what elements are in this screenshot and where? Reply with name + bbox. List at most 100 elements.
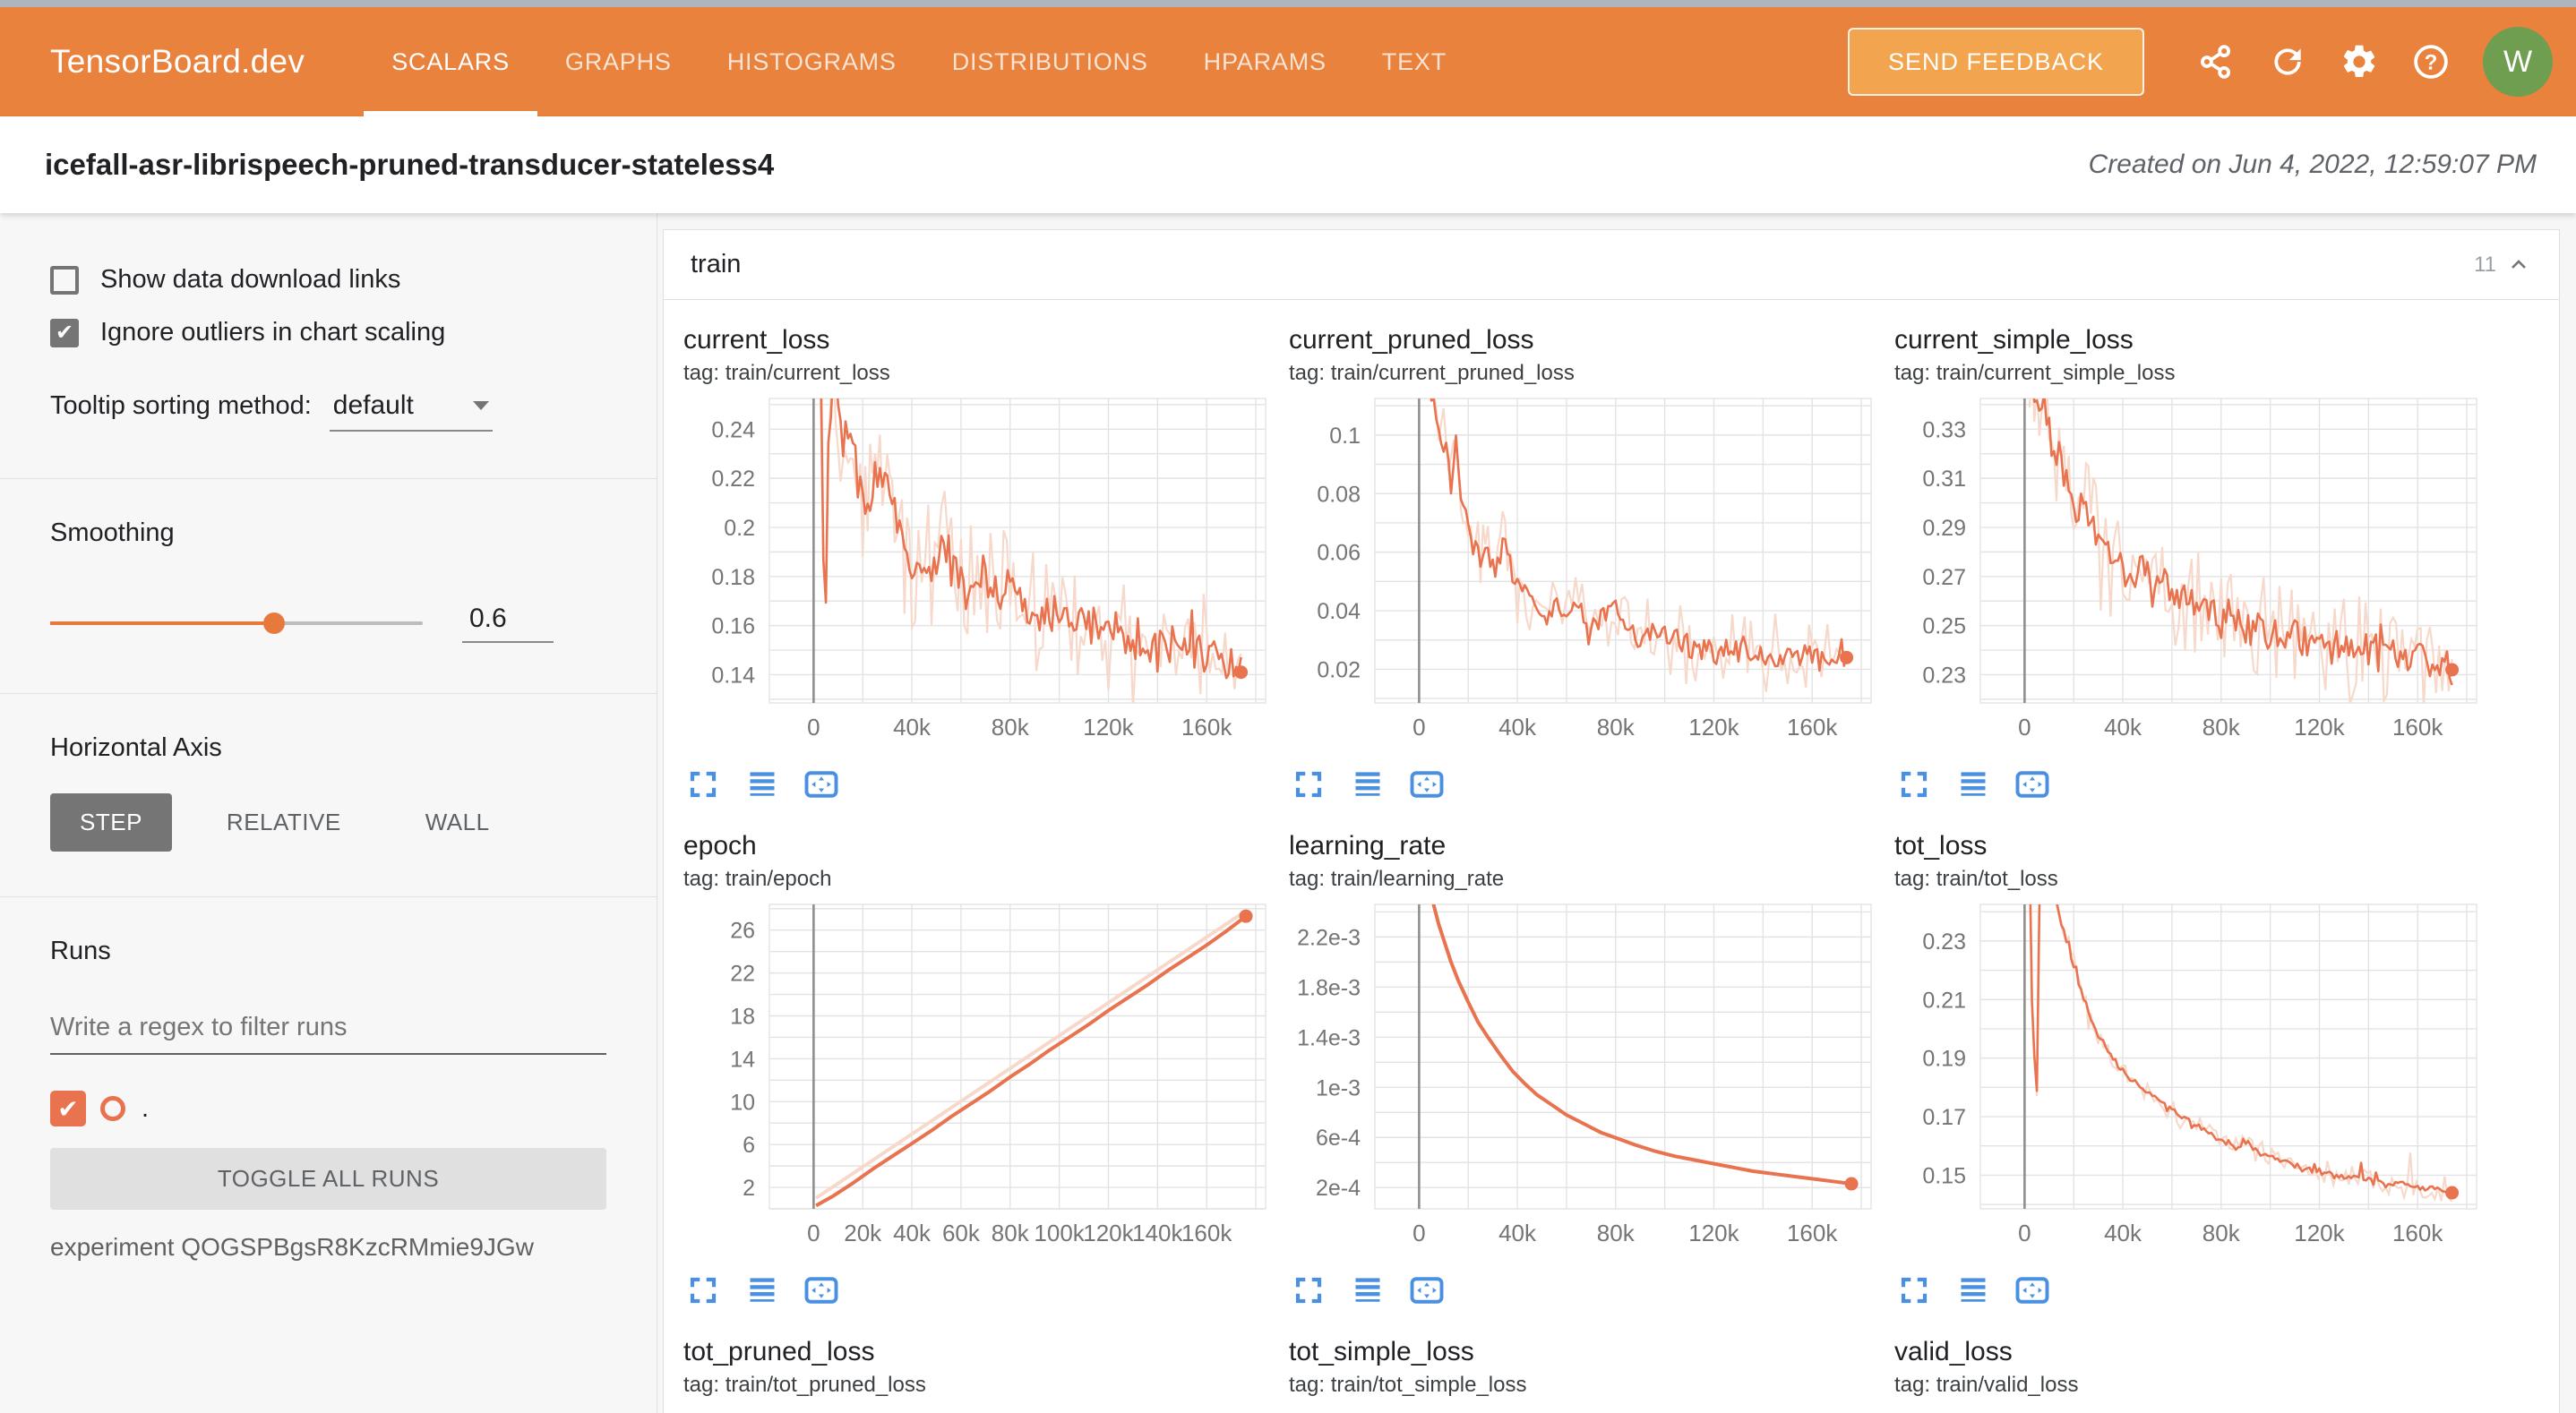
window-edge (0, 0, 2576, 7)
settings-icon[interactable] (2333, 36, 2385, 88)
divider (0, 693, 657, 694)
list-icon (746, 768, 778, 801)
fit-domain-button[interactable] (1407, 1271, 1447, 1310)
ignore-outliers-row[interactable]: ✔ Ignore outliers in chart scaling (50, 318, 606, 347)
svg-text:6e-4: 6e-4 (1316, 1126, 1361, 1151)
expand-chart-button[interactable] (1289, 765, 1328, 804)
svg-text:0: 0 (2018, 714, 2031, 741)
experiment-id: experiment QOGSPBgsR8KzcRMmie9JGw (50, 1233, 606, 1262)
expand-chart-button[interactable] (1894, 1271, 1934, 1310)
data-table-button[interactable] (1953, 1271, 1993, 1310)
data-table-button[interactable] (743, 765, 782, 804)
svg-text:0: 0 (1413, 714, 1425, 741)
chart-plot[interactable]: 261014182226020k40k60k80k100k120k140k160… (683, 899, 1275, 1254)
chart-title: epoch (683, 831, 1289, 861)
fit-to-data-icon (1408, 768, 1446, 801)
list-icon (1957, 768, 1989, 801)
help-icon[interactable]: ? (2405, 36, 2457, 88)
data-table-button[interactable] (1348, 1271, 1387, 1310)
smoothing-value-input[interactable]: 0.6 (462, 604, 554, 643)
chart-plot[interactable]: 2e-46e-41e-31.4e-31.8e-32.2e-3040k80k120… (1289, 899, 1880, 1254)
chart-toolbar (1894, 1271, 2500, 1310)
fit-domain-button[interactable] (2013, 1271, 2052, 1310)
svg-text:120k: 120k (1083, 1220, 1134, 1246)
tab-hparams[interactable]: HPARAMS (1176, 7, 1354, 116)
axis-option-wall[interactable]: WALL (396, 793, 519, 852)
tab-graphs[interactable]: GRAPHS (537, 7, 700, 116)
svg-text:0: 0 (807, 714, 820, 741)
send-feedback-button[interactable]: SEND FEEDBACK (1848, 28, 2144, 96)
experiment-title: icefall-asr-librispeech-pruned-transduce… (45, 148, 774, 182)
chart-tag: tag: train/valid_loss (1894, 1373, 2500, 1398)
chart-card: learning_rate tag: train/learning_rate 2… (1289, 831, 1894, 1310)
data-table-button[interactable] (743, 1271, 782, 1310)
show-download-links-row[interactable]: Show data download links (50, 265, 606, 295)
svg-text:0.22: 0.22 (711, 467, 755, 492)
chart-plot[interactable] (1894, 1405, 2486, 1413)
section-title: train (691, 250, 741, 279)
svg-text:0.23: 0.23 (1922, 929, 1966, 955)
svg-text:80k: 80k (2202, 1220, 2241, 1246)
list-icon (1352, 1274, 1384, 1306)
chart-plot[interactable] (683, 1405, 1275, 1413)
data-table-button[interactable] (1348, 765, 1387, 804)
axis-option-step[interactable]: STEP (50, 793, 172, 852)
toggle-all-runs-button[interactable]: TOGGLE ALL RUNS (50, 1148, 606, 1210)
train-section-header[interactable]: train 11 (664, 230, 2559, 300)
horizontal-axis-options: STEP RELATIVE WALL (50, 793, 606, 896)
smoothing-slider[interactable] (50, 621, 423, 625)
svg-text:10: 10 (730, 1090, 755, 1115)
divider (0, 896, 657, 897)
chart-plot[interactable]: 0.140.160.180.20.220.24040k80k120k160k (683, 393, 1275, 748)
tab-scalars[interactable]: SCALARS (364, 7, 537, 116)
chart-tag: tag: train/current_loss (683, 361, 1289, 386)
expand-chart-button[interactable] (1894, 765, 1934, 804)
chart-plot[interactable]: 0.230.250.270.290.310.33040k80k120k160k (1894, 393, 2486, 748)
fit-domain-button[interactable] (2013, 765, 2052, 804)
svg-text:0.02: 0.02 (1317, 657, 1361, 682)
runs-filter-input[interactable] (50, 1007, 606, 1055)
fit-to-data-icon (803, 768, 840, 801)
collapse-chevron-icon[interactable] (2505, 252, 2532, 278)
tab-text[interactable]: TEXT (1354, 7, 1474, 116)
share-icon[interactable] (2190, 36, 2242, 88)
run-checkbox[interactable]: ✔ (50, 1091, 86, 1126)
chart-plot[interactable]: 0.020.040.060.080.1040k80k120k160k (1289, 393, 1880, 748)
chart-title: tot_loss (1894, 831, 2500, 861)
fit-domain-button[interactable] (802, 765, 841, 804)
axis-option-relative[interactable]: RELATIVE (197, 793, 371, 852)
tab-histograms[interactable]: HISTOGRAMS (700, 7, 924, 116)
run-name: . (142, 1094, 149, 1124)
chart-title: current_pruned_loss (1289, 325, 1894, 355)
chart-plot[interactable]: 0.150.170.190.210.23040k80k120k160k (1894, 899, 2486, 1254)
svg-text:0.31: 0.31 (1922, 467, 1966, 492)
chart-title: valid_loss (1894, 1337, 2500, 1367)
fit-to-data-icon (803, 1274, 840, 1306)
chart-toolbar (683, 765, 1289, 804)
refresh-icon[interactable] (2262, 36, 2314, 88)
tooltip-sorting-value: default (333, 390, 414, 421)
checkbox-icon[interactable]: ✔ (50, 319, 79, 347)
expand-chart-button[interactable] (683, 1271, 723, 1310)
user-avatar[interactable]: W (2483, 27, 2553, 97)
svg-text:40k: 40k (1498, 714, 1537, 741)
tooltip-sorting-select[interactable]: default (330, 390, 493, 432)
svg-text:0.14: 0.14 (711, 663, 755, 688)
chart-tag: tag: train/current_pruned_loss (1289, 361, 1894, 386)
svg-text:6: 6 (743, 1133, 755, 1158)
checkbox-icon[interactable] (50, 266, 79, 295)
fullscreen-icon (687, 768, 719, 801)
data-table-button[interactable] (1953, 765, 1993, 804)
chart-plot[interactable] (1289, 1405, 1880, 1413)
svg-text:0.18: 0.18 (711, 565, 755, 590)
charts-grid: current_loss tag: train/current_loss 0.1… (664, 300, 2559, 1413)
settings-sidebar: Show data download links ✔ Ignore outlie… (0, 213, 657, 1413)
tab-distributions[interactable]: DISTRIBUTIONS (924, 7, 1176, 116)
fit-domain-button[interactable] (1407, 765, 1447, 804)
fit-domain-button[interactable] (802, 1271, 841, 1310)
svg-text:80k: 80k (1597, 714, 1636, 741)
run-row[interactable]: ✔ . (50, 1091, 606, 1126)
expand-chart-button[interactable] (1289, 1271, 1328, 1310)
expand-chart-button[interactable] (683, 765, 723, 804)
slider-handle[interactable] (263, 612, 285, 634)
